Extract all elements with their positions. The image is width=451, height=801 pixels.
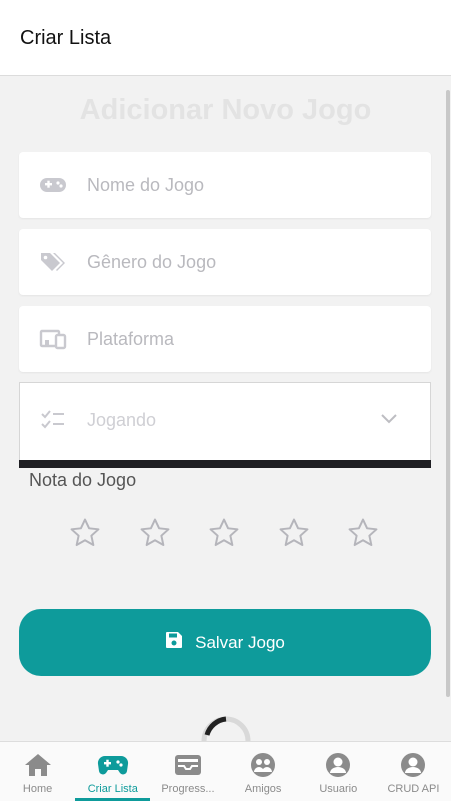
scrollbar[interactable] — [446, 90, 450, 697]
status-select-value: Jogando — [87, 410, 157, 430]
game-genre-field[interactable] — [19, 229, 431, 295]
tab-criar-lista[interactable]: Criar Lista — [75, 742, 151, 801]
inbox-icon — [172, 751, 204, 779]
form-title: Adicionar Novo Jogo — [79, 94, 372, 126]
star-icon[interactable] — [346, 516, 380, 550]
tab-home[interactable]: Home — [0, 742, 75, 801]
checklist-icon — [40, 409, 66, 436]
form-scroll-area[interactable]: Adicionar Novo Jogo Nome do Jogo Gênero … — [0, 76, 451, 741]
friends-icon — [247, 751, 279, 779]
tab-label: Criar Lista — [87, 783, 138, 795]
loading-spinner — [199, 714, 253, 741]
tab-crud-api[interactable]: CRUD API — [376, 742, 451, 801]
star-icon[interactable] — [68, 516, 102, 550]
tab-label: Amigos — [244, 783, 282, 795]
star-icon[interactable] — [207, 516, 241, 550]
user-icon — [397, 751, 429, 779]
floppy-disk-icon — [165, 631, 183, 654]
gamepad-icon — [97, 751, 129, 779]
select-underline — [19, 460, 431, 468]
tab-label: CRUD API — [387, 783, 440, 795]
tags-icon — [39, 250, 67, 274]
devices-icon — [39, 327, 67, 351]
app-header: Criar Lista — [0, 0, 451, 76]
star-icon[interactable] — [138, 516, 172, 550]
tab-amigos[interactable]: Amigos — [226, 742, 301, 801]
tab-label: Usuario — [319, 783, 358, 795]
bottom-tab-bar: Home Criar Lista Progress... Amigos Usuario C… — [0, 741, 451, 801]
tab-progress[interactable]: Progress... — [150, 742, 225, 801]
home-icon — [22, 751, 54, 779]
status-select[interactable]: Jogando — [19, 382, 431, 460]
game-platform-input[interactable] — [87, 329, 407, 350]
game-genre-input[interactable] — [87, 252, 407, 273]
star-rating[interactable] — [0, 516, 451, 556]
gamepad-icon — [39, 173, 67, 197]
star-icon[interactable] — [277, 516, 311, 550]
rating-label: Nota do Jogo — [29, 470, 137, 490]
user-icon — [322, 751, 354, 779]
tab-label: Home — [22, 783, 53, 795]
tab-usuario[interactable]: Usuario — [301, 742, 376, 801]
tab-label: Progress... — [161, 783, 215, 795]
page-title: Criar Lista — [20, 27, 112, 49]
chevron-down-icon — [380, 411, 398, 429]
save-game-button[interactable]: Salvar Jogo — [19, 609, 431, 676]
game-name-field[interactable] — [19, 152, 431, 218]
game-name-input[interactable] — [87, 175, 407, 196]
game-platform-field[interactable] — [19, 306, 431, 372]
save-button-label: Salvar Jogo — [195, 632, 285, 652]
